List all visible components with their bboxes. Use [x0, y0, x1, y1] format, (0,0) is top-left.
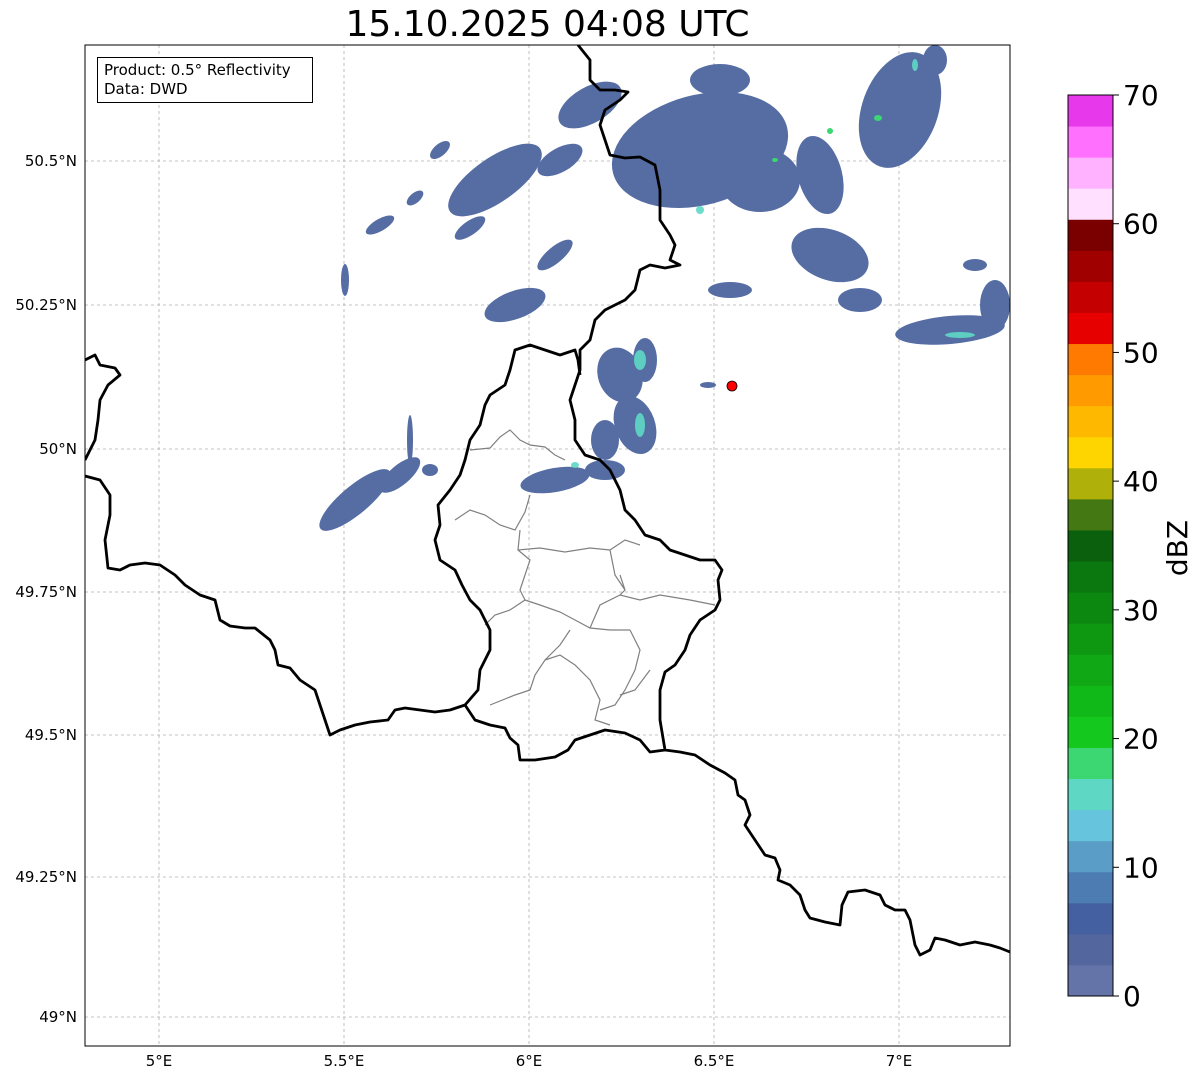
colorbar-band [1068, 498, 1113, 531]
colorbar-band [1068, 747, 1113, 780]
lon-tick-labels: 5°E 5.5°E 6°E 6.5°E 7°E [146, 1052, 913, 1070]
colorbar-band [1068, 685, 1113, 717]
echo-cell [963, 259, 987, 271]
colorbar-tick-label: 10 [1123, 851, 1159, 884]
colorbar-band [1068, 871, 1113, 904]
colorbar-band [1068, 374, 1113, 407]
colorbar-band [1068, 840, 1113, 873]
colorbar-tick-label: 40 [1123, 465, 1159, 498]
colorbar-band [1068, 250, 1113, 282]
radar-site-marker [726, 380, 738, 392]
lat-tick-label: 50°N [39, 440, 77, 458]
colorbar-bands [1068, 95, 1113, 997]
colorbar-band [1068, 436, 1113, 469]
echo-core [945, 332, 975, 338]
colorbar-band [1068, 343, 1113, 376]
lon-tick-label: 5°E [146, 1052, 173, 1070]
colorbar-band [1068, 157, 1113, 189]
colorbar-tick-label: 20 [1123, 723, 1159, 756]
colorbar-band [1068, 312, 1113, 345]
colorbar-tick-label: 50 [1123, 336, 1159, 369]
plot-background [85, 45, 1010, 1046]
colorbar-unit-label: dBZ [1161, 520, 1194, 576]
product-label: Product: 0.5° Reflectivity [104, 61, 291, 79]
map-plot-area [84, 44, 1011, 1047]
colorbar-ticks: 0 10 20 30 40 50 60 70 [1113, 79, 1159, 1013]
colorbar-band [1068, 281, 1113, 313]
colorbar-band [1068, 778, 1113, 811]
lat-tick-labels: 50.5°N 50.25°N 50°N 49.75°N 49.5°N 49.25… [15, 152, 77, 1026]
echo-core [827, 128, 833, 134]
colorbar-band [1068, 592, 1113, 624]
echo-cell [422, 464, 438, 476]
colorbar-tick-label: 70 [1123, 79, 1159, 112]
colorbar-band [1068, 529, 1113, 562]
echo-cell [341, 264, 349, 296]
echo-core [874, 115, 882, 121]
lat-tick-label: 49°N [39, 1008, 77, 1026]
lat-tick-label: 49.75°N [15, 583, 77, 601]
colorbar-band [1068, 654, 1113, 686]
echo-cell [980, 280, 1010, 330]
lon-tick-label: 5.5°E [324, 1052, 365, 1070]
colorbar-band [1068, 964, 1113, 997]
echo-cell [591, 420, 619, 460]
colorbar-band [1068, 219, 1113, 251]
echo-core [912, 59, 918, 71]
colorbar-tick-label: 0 [1123, 980, 1141, 1013]
echo-cell [923, 45, 947, 75]
lat-tick-label: 50.5°N [25, 152, 77, 170]
echo-cell [585, 460, 625, 480]
echo-cell [708, 282, 752, 298]
lon-tick-label: 7°E [886, 1052, 913, 1070]
echo-core [696, 206, 704, 214]
colorbar-tick-label: 60 [1123, 208, 1159, 241]
lat-tick-label: 50.25°N [15, 296, 77, 314]
data-source-label: Data: DWD [104, 80, 188, 98]
echo-cell [838, 288, 882, 312]
colorbar-band [1068, 809, 1113, 842]
colorbar-band [1068, 561, 1113, 593]
echo-cell [690, 64, 750, 96]
colorbar-band [1068, 933, 1113, 966]
colorbar-band [1068, 405, 1113, 438]
colorbar-band [1068, 126, 1113, 158]
radar-map-figure: 50.5°N 50.25°N 50°N 49.75°N 49.5°N 49.25… [15, 44, 1194, 1070]
colorbar: 0 10 20 30 40 50 60 70 dBZ [1067, 79, 1194, 1013]
colorbar-tick-label: 30 [1123, 594, 1159, 627]
echo-cell [407, 415, 413, 465]
lat-tick-label: 49.25°N [15, 868, 77, 886]
echo-core [634, 350, 646, 370]
colorbar-band [1068, 716, 1113, 748]
colorbar-band [1068, 95, 1113, 127]
lon-tick-label: 6.5°E [694, 1052, 735, 1070]
colorbar-band [1068, 902, 1113, 935]
info-box: Product: 0.5° Reflectivity Data: DWD [97, 57, 313, 103]
lat-tick-label: 49.5°N [25, 726, 77, 744]
lon-tick-label: 6°E [516, 1052, 543, 1070]
echo-core [635, 413, 645, 437]
colorbar-band [1068, 623, 1113, 655]
echo-core [571, 462, 579, 468]
echo-core [772, 158, 778, 162]
colorbar-band [1068, 188, 1113, 220]
echo-cell [700, 382, 716, 388]
colorbar-band [1068, 467, 1113, 500]
echo-cell [720, 148, 800, 212]
